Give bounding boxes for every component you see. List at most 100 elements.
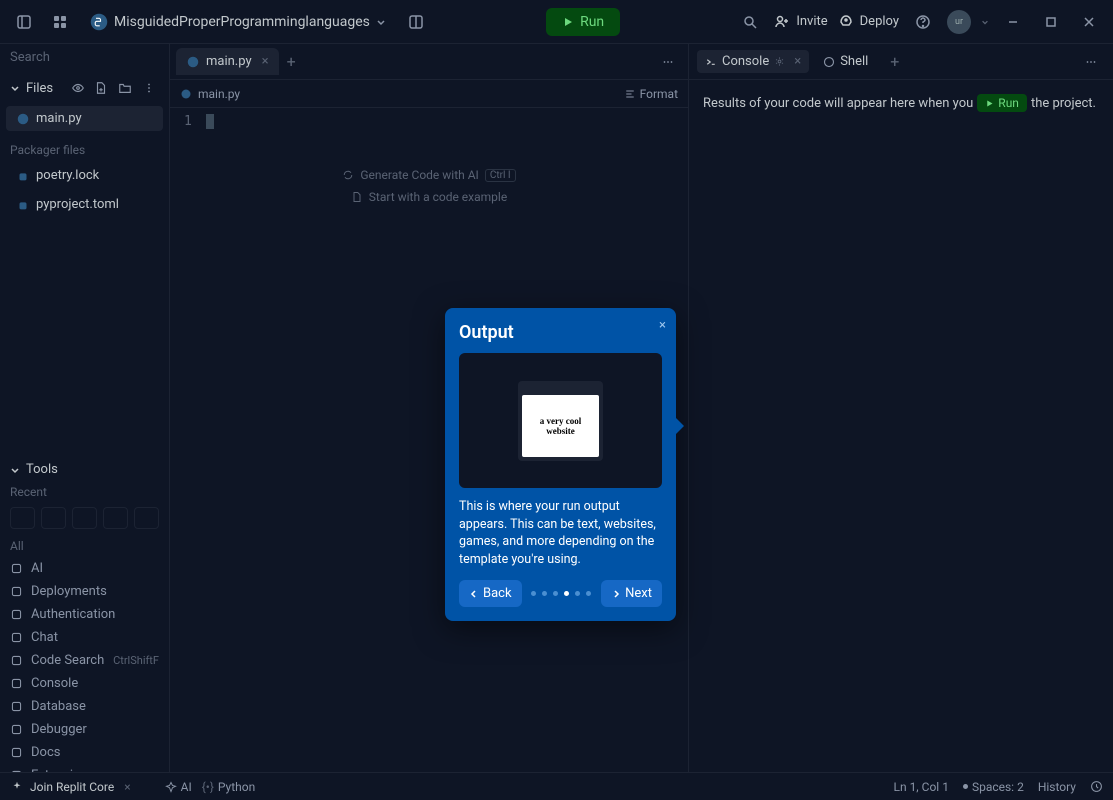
tool-item[interactable]: Debugger — [0, 718, 169, 741]
chevron-left-icon — [469, 589, 479, 599]
sparkle-icon — [10, 780, 24, 794]
generate-ai-hint[interactable]: Generate Code with AI Ctrl I — [342, 168, 515, 182]
window-maximize-button[interactable] — [1037, 8, 1065, 36]
recent-slot[interactable] — [134, 507, 159, 529]
step-dot[interactable] — [542, 591, 547, 596]
python-file-icon — [186, 55, 200, 69]
recent-slot[interactable] — [10, 507, 35, 529]
console-tab[interactable]: Console × — [697, 50, 809, 73]
toml-file-icon — [16, 198, 30, 212]
tool-icon — [10, 700, 23, 713]
rocket-icon — [838, 14, 854, 30]
tool-item[interactable]: Extensions — [0, 764, 169, 772]
preview-text: a very cool website — [522, 395, 599, 457]
repl-name-dropdown[interactable]: MisguidedProperProgramminglanguages — [82, 9, 394, 35]
onboarding-popover: × Output a very cool website This is whe… — [445, 308, 676, 621]
shell-icon — [823, 56, 835, 68]
step-dot[interactable] — [553, 591, 558, 596]
files-section-title: Files — [26, 81, 65, 96]
format-icon — [624, 88, 636, 100]
file-item[interactable]: pyproject.toml — [6, 192, 163, 217]
chevron-down-icon[interactable] — [10, 83, 20, 93]
python-file-icon — [180, 88, 192, 100]
run-button[interactable]: Run — [546, 8, 620, 36]
ai-icon — [165, 781, 177, 793]
recent-slot[interactable] — [103, 507, 128, 529]
cursor-position[interactable]: Ln 1, Col 1 — [894, 780, 949, 794]
document-icon — [351, 191, 363, 203]
tab-add-button[interactable]: + — [287, 52, 296, 71]
deploy-button[interactable]: Deploy — [838, 14, 899, 30]
layout-button[interactable] — [402, 8, 430, 36]
tool-item[interactable]: AI — [0, 557, 169, 580]
format-button[interactable]: Format — [624, 87, 678, 101]
file-item[interactable]: poetry.lock — [6, 163, 163, 188]
close-join-button[interactable]: × — [124, 780, 130, 794]
popover-pointer — [676, 418, 684, 434]
tool-item[interactable]: Chat — [0, 626, 169, 649]
language-status[interactable]: {•} Python — [202, 780, 256, 794]
tool-item[interactable]: Database — [0, 695, 169, 718]
chevron-down-icon[interactable] — [10, 465, 20, 475]
play-icon — [985, 99, 994, 108]
popover-body: This is where your run output appears. T… — [459, 498, 662, 568]
tab-close-button[interactable]: × — [262, 54, 269, 69]
code-example-hint[interactable]: Start with a code example — [351, 190, 507, 204]
play-icon — [562, 16, 574, 28]
step-dot[interactable] — [564, 591, 569, 596]
tool-icon — [10, 585, 23, 598]
file-item-main[interactable]: main.py — [6, 106, 163, 131]
all-label: All — [0, 533, 169, 557]
output-preview: a very cool website — [459, 353, 662, 488]
window-close-button[interactable] — [1075, 8, 1103, 36]
step-dot[interactable] — [586, 591, 591, 596]
new-file-button[interactable] — [91, 78, 111, 98]
tab-more-button[interactable] — [654, 48, 682, 76]
recent-label: Recent — [0, 483, 169, 503]
avatar[interactable]: ur — [947, 10, 971, 34]
popover-close-button[interactable]: × — [659, 318, 666, 333]
help-button[interactable] — [909, 8, 937, 36]
packager-label: Packager files — [0, 133, 169, 161]
new-folder-button[interactable] — [115, 78, 135, 98]
join-core-link[interactable]: Join Replit Core — [10, 780, 114, 794]
step-dot[interactable] — [575, 591, 580, 596]
tool-item[interactable]: Console — [0, 672, 169, 695]
tab-more-button[interactable] — [1077, 48, 1105, 76]
tool-item[interactable]: Docs — [0, 741, 169, 764]
tool-item[interactable]: Authentication — [0, 603, 169, 626]
person-add-icon — [774, 14, 790, 30]
new-tab-button[interactable] — [46, 8, 74, 36]
search-button[interactable] — [736, 8, 764, 36]
step-dot[interactable] — [531, 591, 536, 596]
invite-button[interactable]: Invite — [774, 14, 827, 30]
shell-tab[interactable]: Shell — [815, 50, 876, 73]
back-button[interactable]: Back — [459, 580, 522, 607]
editor-tab[interactable]: main.py × — [176, 48, 279, 75]
chevron-down-icon — [981, 18, 989, 26]
breadcrumb[interactable]: main.py — [198, 87, 240, 101]
ai-status[interactable]: AI — [165, 780, 192, 794]
tab-close-button[interactable]: × — [794, 54, 801, 69]
next-button[interactable]: Next — [601, 580, 662, 607]
chevron-down-icon — [376, 17, 386, 27]
eye-icon[interactable] — [71, 81, 85, 95]
tool-item[interactable]: Deployments — [0, 580, 169, 603]
history-button[interactable]: History — [1038, 780, 1076, 794]
toggle-sidebar-button[interactable] — [10, 8, 38, 36]
recent-slot[interactable] — [72, 507, 97, 529]
history-icon[interactable] — [1090, 780, 1103, 793]
indent-status[interactable]: Spaces: 2 — [963, 780, 1024, 794]
tab-add-button[interactable]: + — [890, 52, 899, 71]
files-more-button[interactable] — [139, 78, 159, 98]
window-minimize-button[interactable] — [999, 8, 1027, 36]
search-input[interactable]: Search — [0, 44, 169, 72]
tool-icon — [10, 562, 23, 575]
tool-icon — [10, 723, 23, 736]
python-icon — [90, 13, 108, 31]
tool-item[interactable]: Code SearchCtrlShiftF — [0, 649, 169, 672]
recent-tools-row — [0, 503, 169, 533]
settings-icon[interactable] — [774, 56, 785, 67]
terminal-icon — [705, 56, 717, 68]
recent-slot[interactable] — [41, 507, 66, 529]
